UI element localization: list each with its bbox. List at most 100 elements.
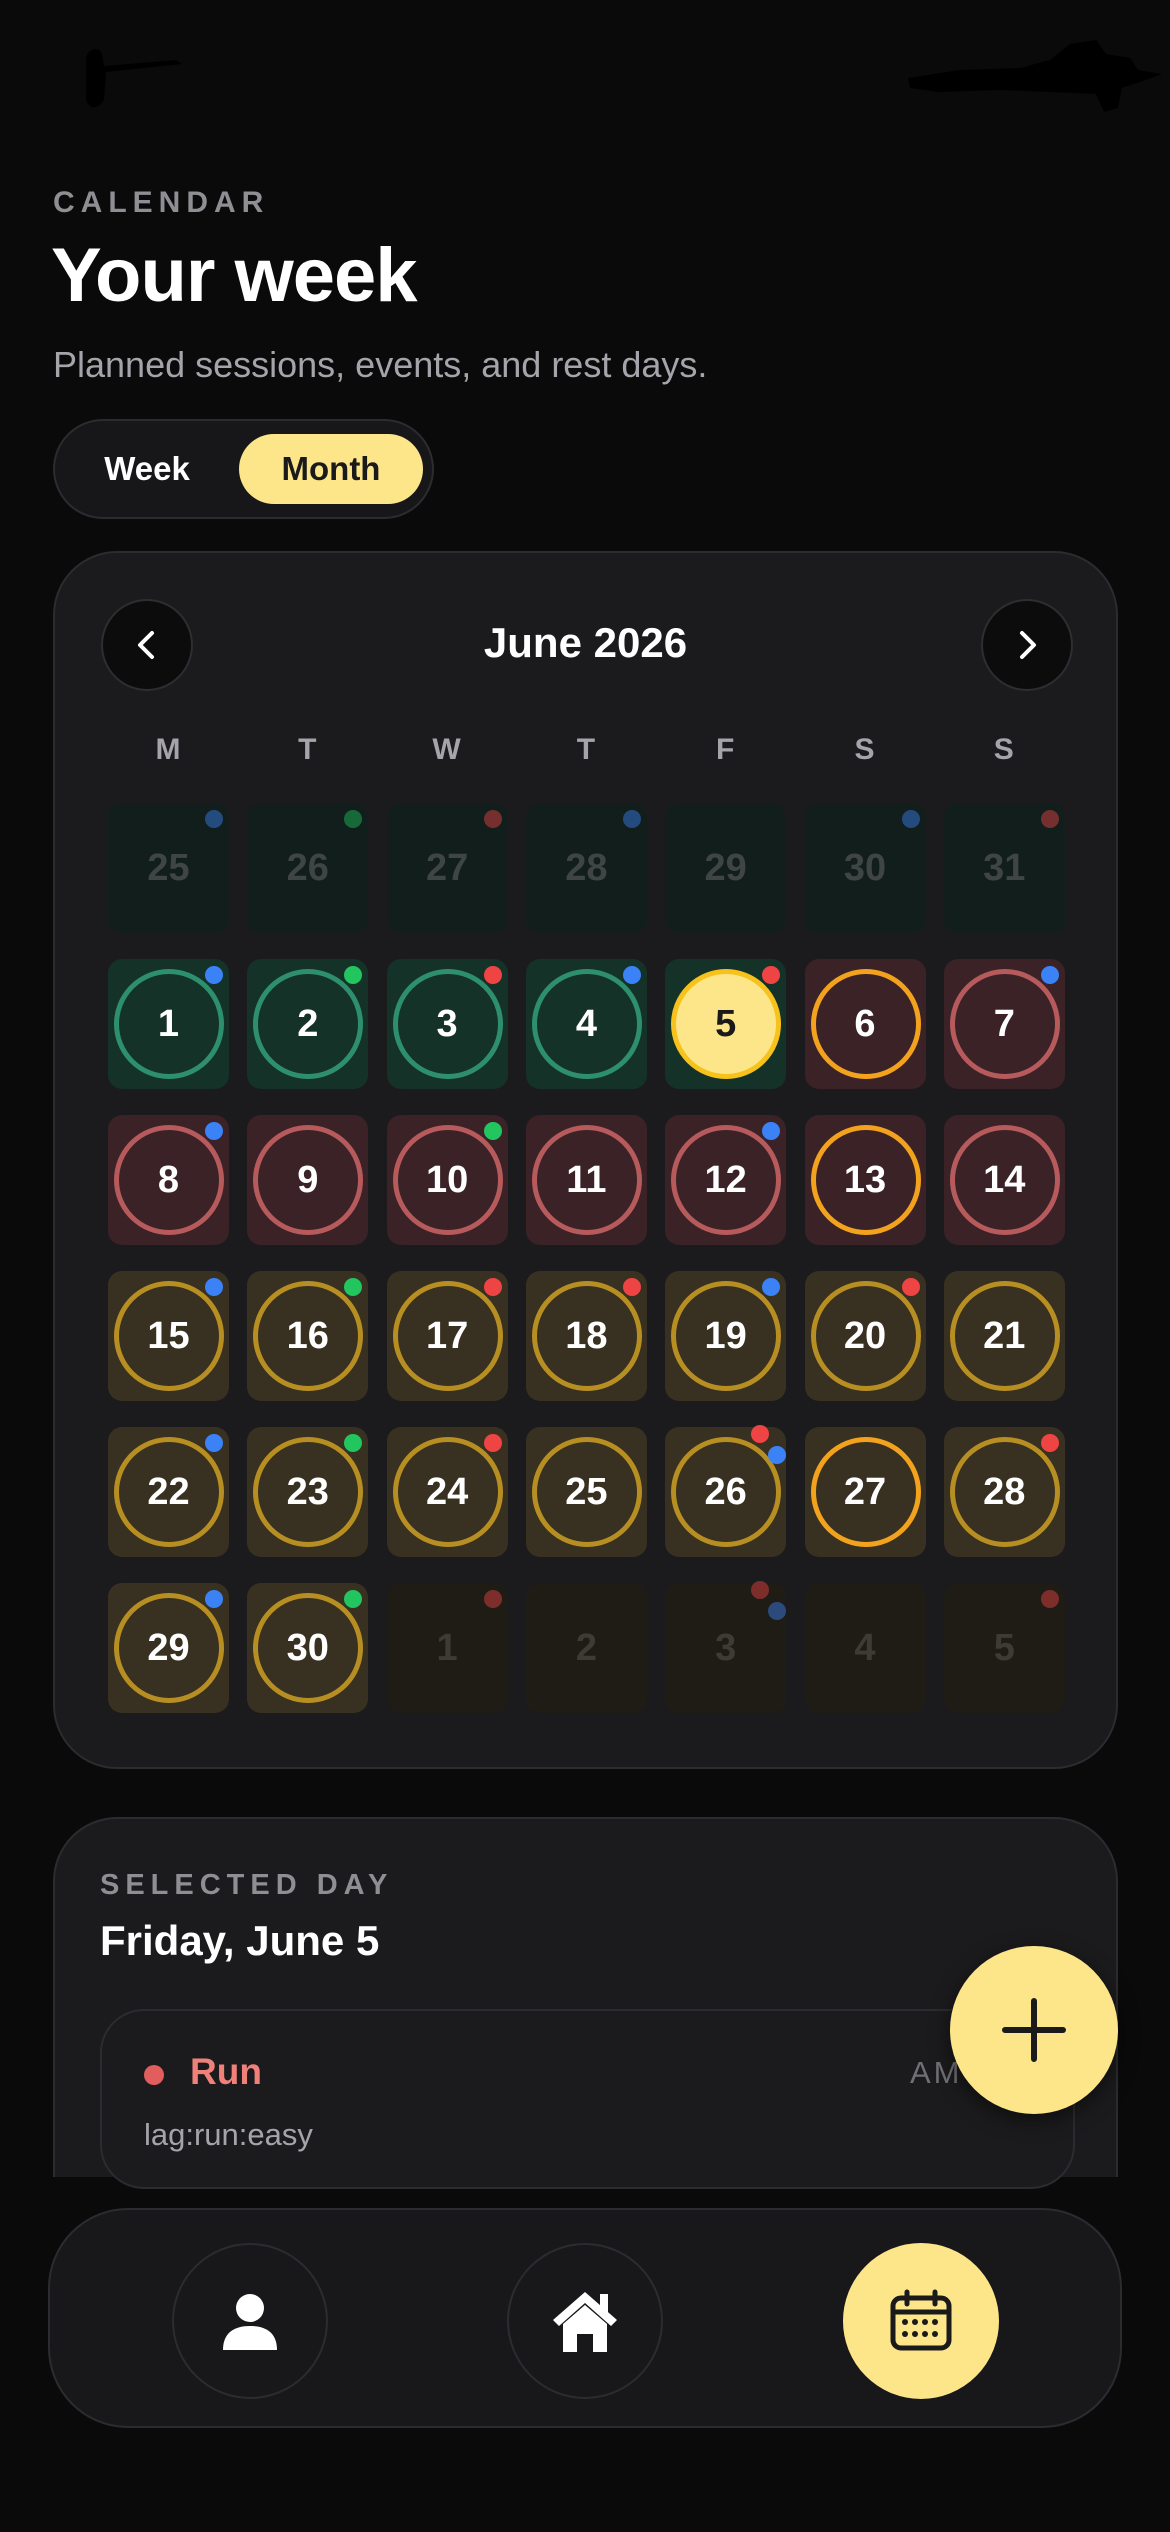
event-indicator-dot	[1040, 810, 1059, 828]
day-cell[interactable]: 20	[804, 1271, 926, 1401]
day-cell-outside-month[interactable]: 31	[943, 803, 1065, 933]
day-number: 13	[843, 1158, 887, 1201]
event-time: AM	[910, 2055, 963, 2090]
day-number: 11	[566, 1158, 607, 1201]
event-indicator-dot	[483, 1434, 502, 1452]
day-cell[interactable]: 17	[386, 1271, 508, 1401]
day-cell[interactable]: 14	[943, 1115, 1065, 1245]
event-indicator-dot	[622, 966, 641, 984]
month-view-tab[interactable]: Month	[239, 434, 423, 504]
day-cell[interactable]: 13	[804, 1115, 926, 1245]
selected-day-title: Friday, June 5	[100, 1917, 380, 1964]
home-tab[interactable]	[507, 2243, 663, 2399]
day-cell-outside-month[interactable]: 2	[525, 1583, 647, 1713]
event-indicator-dot	[205, 810, 223, 828]
day-cell-outside-month[interactable]: 27	[386, 803, 508, 933]
day-cell[interactable]: 26	[665, 1425, 787, 1557]
status-bar-time-redacted	[86, 49, 182, 108]
day-cell[interactable]: 23	[247, 1427, 369, 1557]
day-cell[interactable]: 12	[665, 1115, 787, 1245]
event-indicator-dot	[205, 1590, 223, 1608]
day-cell[interactable]: 6	[804, 959, 926, 1089]
day-cell[interactable]: 24	[386, 1427, 508, 1557]
day-cell[interactable]: 27	[804, 1427, 926, 1557]
weekday-label: S	[993, 733, 1014, 766]
event-item[interactable]: Run lag:run:easy AM	[100, 2009, 1075, 2189]
plus-icon	[1002, 1998, 1066, 2062]
day-number: 14	[983, 1158, 1026, 1201]
weekday-label: T	[576, 733, 596, 766]
day-cell-outside-month[interactable]: 28	[525, 803, 647, 933]
day-cell-outside-month[interactable]: 30	[804, 803, 926, 933]
event-indicator-dot	[205, 1278, 223, 1296]
weekday-label: S	[854, 733, 875, 766]
weekday-label: F	[716, 733, 735, 766]
day-cell[interactable]: 8	[108, 1115, 229, 1245]
event-indicator-dot	[901, 810, 920, 828]
day-cell[interactable]: 28	[943, 1427, 1065, 1557]
weekday-label: W	[432, 733, 461, 766]
day-cell-outside-month[interactable]: 1	[386, 1583, 508, 1713]
day-cell[interactable]: 5	[665, 959, 787, 1089]
event-name: Run	[190, 2051, 262, 2092]
day-cell-outside-month[interactable]: 25	[108, 803, 229, 933]
day-cell-outside-month[interactable]: 3	[665, 1581, 787, 1713]
page-title: Your week	[51, 233, 418, 318]
event-indicator-dot	[1040, 966, 1059, 984]
view-toggle: Week Month	[53, 419, 434, 519]
home-icon	[553, 2292, 617, 2352]
day-number: 6	[854, 1002, 876, 1045]
month-label: June 2026	[483, 619, 688, 666]
day-cell[interactable]: 18	[525, 1271, 647, 1401]
day-cell-outside-month[interactable]: 4	[804, 1583, 926, 1713]
day-cell[interactable]: 3	[386, 959, 508, 1089]
calendar-tab[interactable]	[843, 2243, 999, 2399]
event-indicator-dot	[205, 966, 223, 984]
day-cell[interactable]: 29	[108, 1583, 229, 1713]
day-cell[interactable]: 25	[525, 1427, 647, 1557]
day-number: 26	[704, 1470, 747, 1513]
day-cell[interactable]: 9	[247, 1115, 369, 1245]
day-cell-outside-month[interactable]: 26	[247, 803, 369, 933]
day-number: 3	[715, 1626, 737, 1669]
chevron-right-icon	[1020, 631, 1036, 659]
event-indicator-dot	[901, 1278, 920, 1296]
next-month-button[interactable]	[981, 599, 1073, 691]
add-event-button[interactable]	[950, 1946, 1118, 2114]
event-indicator-dot	[483, 1278, 502, 1296]
day-number: 2	[575, 1626, 597, 1669]
day-cell[interactable]: 10	[386, 1115, 508, 1245]
event-indicator-dot	[483, 1590, 502, 1608]
day-cell[interactable]: 15	[108, 1271, 229, 1401]
day-cell-outside-month[interactable]: 5	[943, 1583, 1065, 1713]
day-cell[interactable]: 1	[108, 959, 229, 1089]
day-number: 27	[843, 1470, 887, 1513]
event-indicator-dot	[622, 810, 641, 828]
day-cell[interactable]: 22	[108, 1427, 229, 1557]
calendar-screen: CALENDAR Your week Planned sessions, eve…	[0, 0, 1170, 2532]
bottom-tab-bar	[48, 2208, 1122, 2428]
day-cell[interactable]: 16	[247, 1271, 369, 1401]
day-cell[interactable]: 30	[247, 1583, 369, 1713]
profile-tab[interactable]	[172, 2243, 328, 2399]
event-indicator-dot	[1040, 1434, 1059, 1452]
day-cell[interactable]: 4	[525, 959, 647, 1089]
page-eyebrow: CALENDAR	[53, 186, 270, 219]
day-cell[interactable]: 7	[943, 959, 1065, 1089]
day-cell[interactable]: 2	[247, 959, 369, 1089]
day-number: 9	[297, 1158, 319, 1201]
page-subtitle: Planned sessions, events, and rest days.	[53, 344, 708, 385]
day-cell[interactable]: 21	[943, 1271, 1065, 1401]
event-indicator-dot	[483, 810, 502, 828]
event-indicator-dot	[205, 1122, 223, 1140]
week-view-tab[interactable]: Week	[67, 434, 227, 504]
day-cell[interactable]: 19	[665, 1271, 787, 1401]
day-number: 21	[983, 1314, 1026, 1357]
selected-day-eyebrow: SELECTED DAY	[100, 1869, 394, 1901]
calendar-icon	[890, 2289, 952, 2351]
day-number: 29	[704, 846, 747, 889]
day-cell[interactable]: 11	[525, 1115, 647, 1245]
month-calendar-card: June 2026 MTWTFSS 25 26 27 28 29 30 31 1 2 3 4 5 6 7 8…	[53, 551, 1118, 1769]
day-cell-outside-month[interactable]: 29	[665, 803, 787, 933]
day-number: 4	[854, 1626, 876, 1669]
